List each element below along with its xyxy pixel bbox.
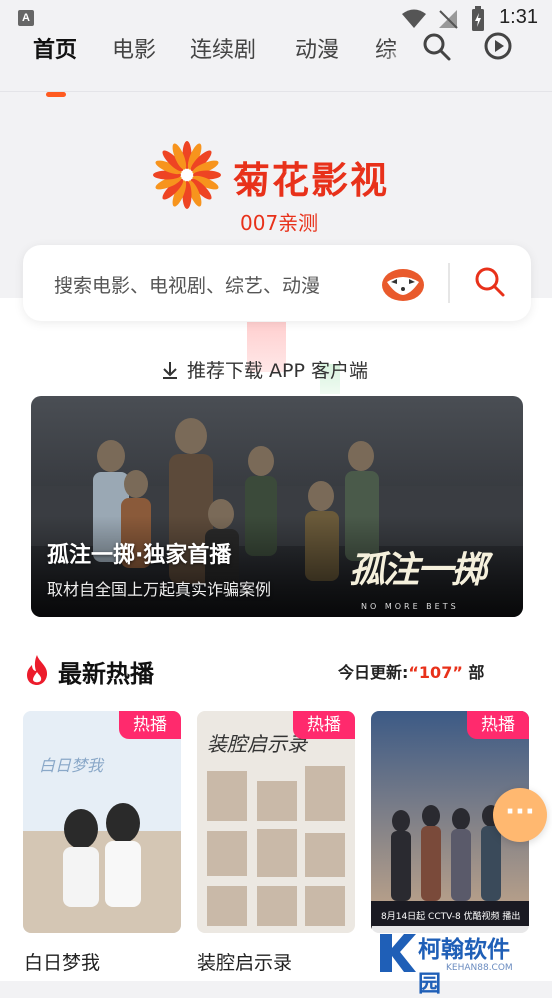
- hot-badge: 热播: [467, 711, 529, 739]
- watermark-url: KEHAN88.COM: [446, 963, 513, 973]
- banner-title: 孤注一掷·独家首播: [47, 543, 232, 568]
- poster-subtitle-en: NO MORE BETS: [361, 602, 459, 611]
- video-card[interactable]: 装腔启示录 热播: [197, 711, 355, 933]
- update-count: 今日更新:“107” 部: [338, 659, 484, 683]
- search-input[interactable]: 搜索电影、电视剧、综艺、动漫: [54, 271, 320, 298]
- svg-text:装腔启示录: 装腔启示录: [207, 732, 309, 756]
- poster-caption: 8月14日起 CCTV-8 优酷视频 播出: [381, 912, 521, 922]
- tab-fade: [378, 52, 418, 102]
- download-label: 推荐下载 APP 客户端: [187, 360, 368, 382]
- svg-text:白日梦我: 白日梦我: [39, 756, 105, 775]
- fire-icon: [27, 655, 48, 685]
- tab-home[interactable]: 首页: [33, 32, 77, 64]
- card-title[interactable]: 白日梦我: [24, 948, 100, 975]
- brand-name: 菊花影视: [233, 158, 389, 202]
- history-play-icon[interactable]: [482, 30, 514, 62]
- tab-series[interactable]: 连续剧: [190, 32, 256, 64]
- more-button[interactable]: ···: [493, 788, 547, 842]
- download-icon: [163, 362, 177, 379]
- hot-badge: 热播: [293, 711, 355, 739]
- search-icon[interactable]: [473, 265, 507, 299]
- nav-divider: [0, 91, 552, 92]
- poster-title: 孤注一掷: [349, 549, 487, 591]
- top-nav: 首页 电影 连续剧 动漫 综: [0, 22, 552, 102]
- section-title: 最新热播: [58, 660, 154, 688]
- update-number: “107”: [408, 663, 463, 682]
- card-title[interactable]: 装腔启示录: [197, 948, 292, 975]
- poster-image: 装腔启示录: [197, 711, 355, 933]
- tab-anime[interactable]: 动漫: [295, 32, 339, 64]
- update-label: 今日更新:: [338, 663, 409, 682]
- watermark-logo-icon: [380, 934, 416, 972]
- tab-movie[interactable]: 电影: [112, 32, 156, 64]
- hot-badge: 热播: [119, 711, 181, 739]
- search-box[interactable]: 搜索电影、电视剧、综艺、动漫: [23, 245, 531, 321]
- watermark: 柯翰软件园 KEHAN88.COM: [372, 926, 532, 997]
- poster-image: 白日梦我: [23, 711, 181, 933]
- active-tab-indicator: [46, 92, 66, 97]
- banner-subtitle: 取材自全国上万起真实诈骗案例: [47, 580, 272, 599]
- search-divider: [448, 263, 450, 303]
- search-icon[interactable]: [422, 32, 452, 62]
- video-card[interactable]: 白日梦我 热播: [23, 711, 181, 933]
- fox-icon[interactable]: [381, 264, 425, 302]
- brand-tagline: 007亲测: [240, 211, 319, 235]
- update-unit: 部: [468, 663, 485, 682]
- chrysanthemum-logo-icon: [153, 141, 221, 209]
